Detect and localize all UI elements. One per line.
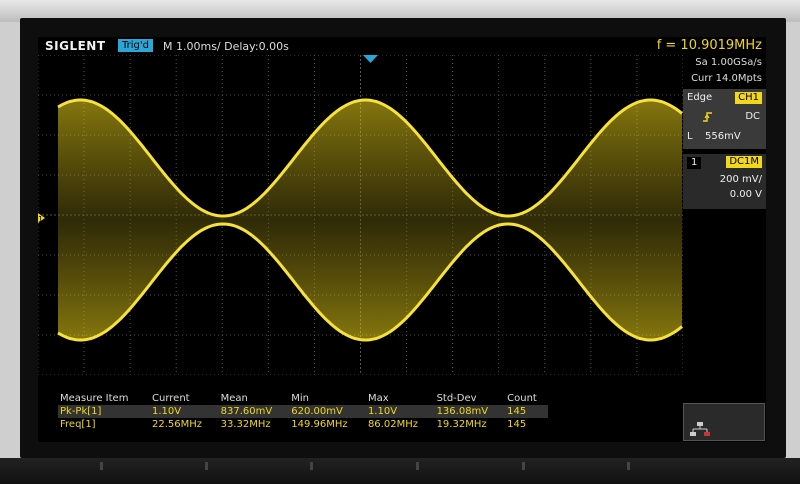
scope-screen: SIGLENT Trig'd M 1.00ms/ Delay:0.00s f =… (38, 37, 766, 442)
brand-logo: SIGLENT (45, 39, 106, 53)
measure-cell: 620.00mV (289, 405, 366, 418)
measure-cell: 33.32MHz (220, 419, 271, 430)
measure-header: Count (507, 393, 537, 404)
softkey-slot (310, 462, 313, 470)
frequency-counter: f = 10.9019MHz (656, 38, 762, 53)
acquisition-panel: Sa 1.00GSa/s Curr 14.0Mpts (683, 55, 766, 87)
softkey-slot (522, 462, 525, 470)
trigger-status-badge[interactable]: Trig'd (118, 39, 153, 52)
softkey-slot (205, 462, 208, 470)
status-bar: SIGLENT Trig'd M 1.00ms/ Delay:0.00s f =… (38, 37, 766, 55)
waveform-envelope (58, 100, 682, 340)
measure-cell: 145 (507, 419, 527, 430)
channel-coupling: DC1M (726, 156, 762, 168)
timebase-readout[interactable]: M 1.00ms/ Delay:0.00s (163, 40, 289, 53)
sample-rate: Sa 1.00GSa/s (695, 57, 762, 68)
measure-cell: 136.08mV (434, 405, 506, 418)
waveform-plot[interactable]: 1 (38, 55, 683, 375)
softkey-slot (100, 462, 103, 470)
network-icon (690, 422, 710, 436)
measure-cell: 86.02MHz (367, 419, 418, 430)
measure-header: Min (291, 393, 309, 404)
network-status[interactable] (683, 403, 765, 441)
measure-cell: Pk-Pk[1] (58, 405, 151, 418)
measure-cell: 149.96MHz (291, 419, 348, 430)
trigger-level-label: L (687, 131, 693, 142)
measure-cell: 22.56MHz (152, 419, 203, 430)
measure-header: Std-Dev (436, 393, 477, 404)
channel-scale: 200 mV/ (719, 174, 762, 185)
trigger-source-badge: CH1 (735, 92, 762, 104)
measure-cell: 145 (505, 405, 548, 418)
trigger-coupling: DC (745, 111, 760, 122)
measure-cell: 1.10V (150, 405, 219, 418)
trigger-position-marker[interactable] (363, 55, 378, 63)
measure-header: Measure Item (60, 393, 129, 404)
channel-1-panel[interactable]: 1 DC1M 200 mV/ 0.00 V (683, 154, 766, 209)
measure-header-row: Measure Item Current Mean Min Max Std-De… (58, 392, 548, 405)
bezel-bottom (0, 458, 800, 484)
softkey-slot (416, 462, 419, 470)
channel-1-marker-label: 1 (38, 215, 43, 224)
measure-header: Max (367, 393, 389, 404)
memory-depth: Curr 14.0Mpts (691, 73, 762, 84)
measure-cell: 1.10V (365, 405, 435, 418)
channel-offset: 0.00 V (729, 189, 762, 200)
measure-row[interactable]: Freq[1] 22.56MHz 33.32MHz 149.96MHz 86.0… (58, 418, 548, 431)
measure-row[interactable]: Pk-Pk[1] 1.10V 837.60mV 620.00mV 1.10V 1… (58, 405, 548, 418)
measure-cell: 19.32MHz (436, 419, 487, 430)
measure-cell: Freq[1] (60, 419, 96, 430)
softkey-slot (627, 462, 630, 470)
measure-header: Current (152, 393, 190, 404)
rising-edge-icon (703, 111, 715, 126)
trigger-type: Edge (687, 92, 713, 103)
trigger-panel[interactable]: Edge CH1 DC L 556mV (683, 89, 766, 149)
channel-number: 1 (687, 157, 702, 169)
measure-header: Mean (220, 393, 248, 404)
measure-cell: 837.60mV (218, 405, 290, 418)
measurement-table[interactable]: Measure Item Current Mean Min Max Std-De… (58, 392, 548, 431)
trigger-level: 556mV (705, 131, 741, 142)
